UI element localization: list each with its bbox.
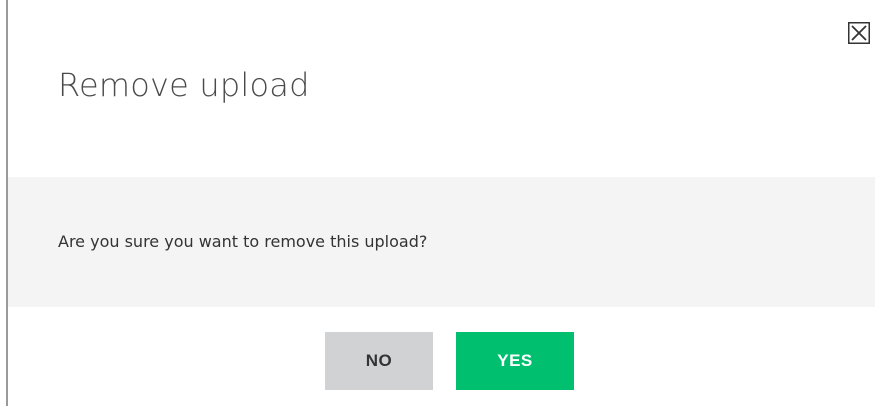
remove-upload-dialog: Remove upload Are you sure you want to r…	[0, 0, 875, 406]
no-button[interactable]: NO	[325, 332, 433, 390]
dialog-title: Remove upload	[58, 66, 310, 104]
yes-button[interactable]: YES	[456, 332, 574, 390]
dialog-body: Are you sure you want to remove this upl…	[8, 177, 875, 307]
close-icon	[848, 22, 870, 44]
dialog-message: Are you sure you want to remove this upl…	[58, 232, 428, 251]
close-button[interactable]	[848, 22, 870, 44]
